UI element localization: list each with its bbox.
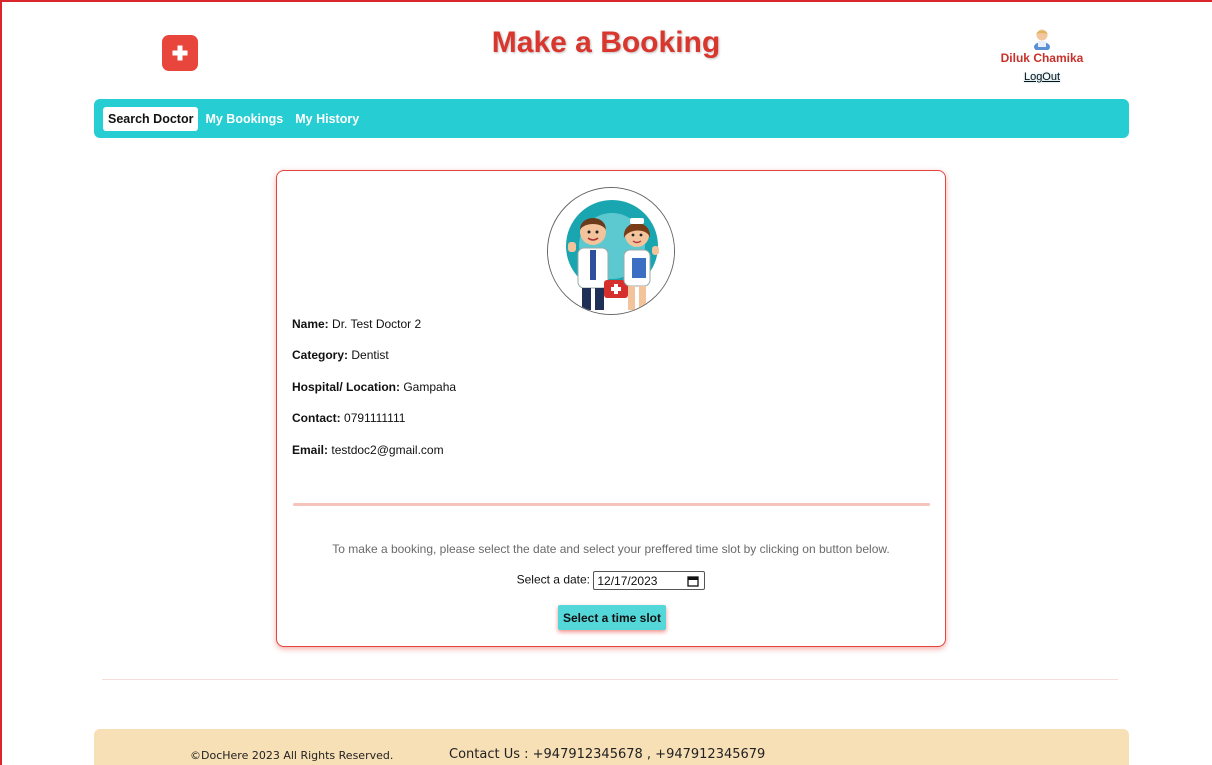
date-row: Select a date: 12/17/2023 (277, 571, 945, 590)
doctor-email-row: Email: testdoc2@gmail.com (292, 443, 444, 457)
footer-copyright: ©DocHere 2023 All Rights Reserved. (190, 749, 394, 762)
doctor-email: testdoc2@gmail.com (331, 443, 444, 457)
date-label: Select a date: (516, 572, 591, 587)
doctor-name: Dr. Test Doctor 2 (332, 317, 422, 331)
location-label: Hospital/ Location: (292, 380, 400, 394)
card-divider (293, 503, 930, 506)
name-label: Name: (292, 317, 329, 331)
user-name: Diluk Chamika (1000, 51, 1084, 65)
logout-link[interactable]: LogOut (1024, 71, 1060, 83)
user-avatar-icon (1034, 29, 1050, 50)
nav-item-search-doctor[interactable]: Search Doctor (103, 106, 199, 131)
contact-label: Contact: (292, 411, 341, 425)
doctor-name-row: Name: Dr. Test Doctor 2 (292, 317, 421, 331)
calendar-icon[interactable] (687, 575, 700, 587)
doctor-category: Dentist (351, 348, 389, 362)
doctor-contact-row: Contact: 0791111111 (292, 411, 405, 425)
footer: ©DocHere 2023 All Rights Reserved. Conta… (94, 729, 1129, 765)
date-value: 12/17/2023 (597, 573, 658, 588)
doctor-location: Gampaha (403, 380, 457, 394)
category-label: Category: (292, 348, 349, 362)
date-input[interactable]: 12/17/2023 (593, 571, 706, 590)
doctor-card: Name: Dr. Test Doctor 2 Category: Dentis… (276, 170, 946, 647)
doctor-location-row: Hospital/ Location: Gampaha (292, 380, 456, 394)
footer-contact: Contact Us : +947912345678 , +9479123456… (449, 747, 766, 762)
email-label: Email: (292, 443, 329, 457)
doctor-photo (547, 187, 675, 315)
nav-bar: Search Doctor My Bookings My History (94, 99, 1129, 138)
nav-item-my-history[interactable]: My History (290, 107, 364, 131)
doctor-contact: 0791111111 (344, 411, 406, 425)
user-panel: Diluk Chamika LogOut (990, 26, 1094, 84)
select-time-slot-button[interactable]: Select a time slot (558, 605, 666, 630)
nav-item-my-bookings[interactable]: My Bookings (200, 107, 288, 131)
page-divider (102, 679, 1118, 680)
booking-instruction: To make a booking, please select the dat… (332, 542, 890, 556)
doctor-category-row: Category: Dentist (292, 348, 389, 362)
